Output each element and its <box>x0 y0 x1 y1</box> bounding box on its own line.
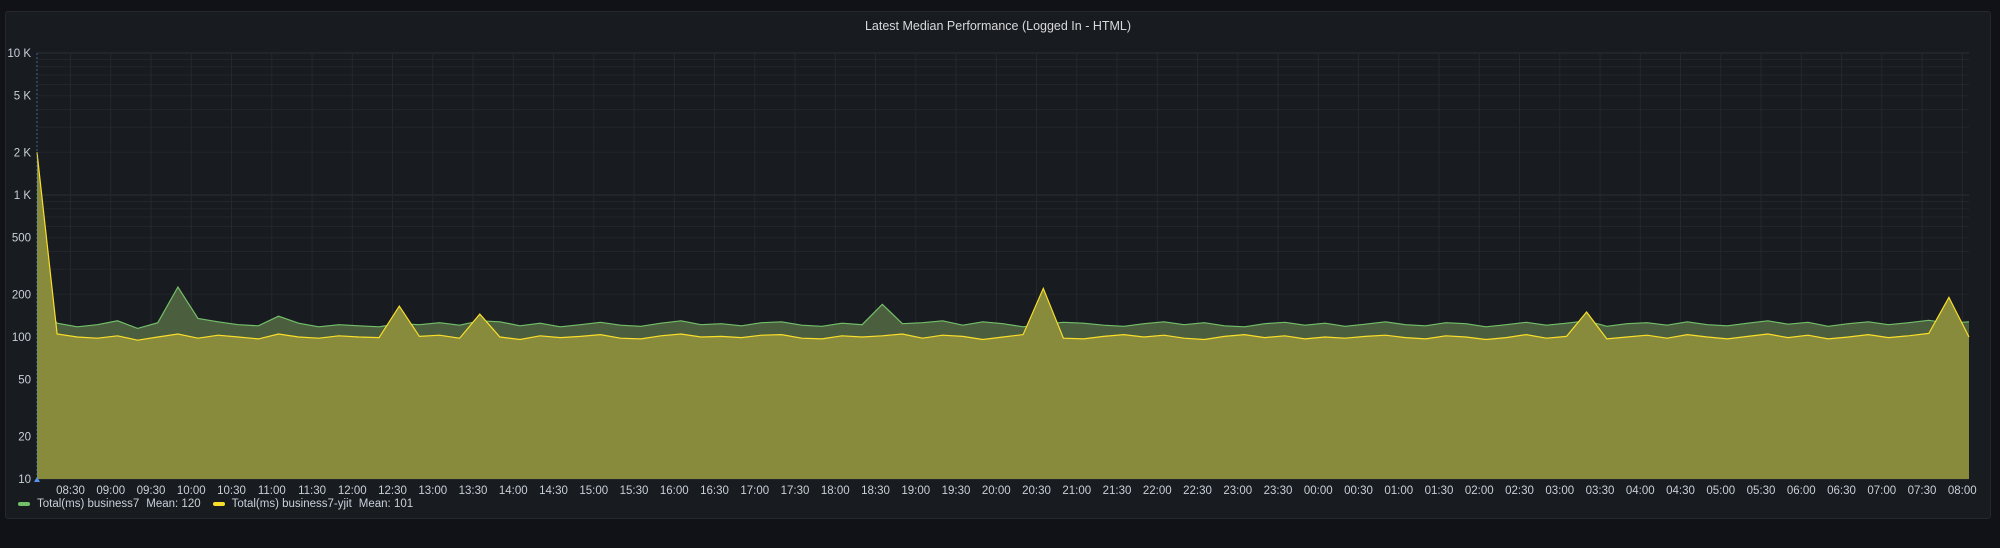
x-tick-label: 18:30 <box>861 485 890 497</box>
x-tick-label: 19:00 <box>901 485 930 497</box>
x-tick-label: 14:00 <box>499 485 528 497</box>
x-tick-label: 16:30 <box>700 485 729 497</box>
x-tick-label: 05:30 <box>1747 485 1776 497</box>
legend-label: Total(ms) business7 <box>37 498 140 510</box>
x-tick-label: 01:00 <box>1384 485 1413 497</box>
x-tick-label: 11:30 <box>298 485 326 497</box>
x-tick-label: 01:30 <box>1425 485 1454 497</box>
x-tick-label: 15:30 <box>620 485 649 497</box>
legend-swatch-yellow <box>212 502 225 506</box>
x-tick-label: 06:00 <box>1787 485 1816 497</box>
x-tick-label: 22:30 <box>1183 485 1212 497</box>
y-tick-label: 1 K <box>14 190 32 202</box>
x-tick-label: 10:30 <box>217 485 246 497</box>
x-tick-label: 00:00 <box>1304 485 1333 497</box>
x-tick-label: 20:30 <box>1022 485 1051 497</box>
x-tick-label: 18:00 <box>821 485 850 497</box>
x-tick-label: 03:00 <box>1545 485 1574 497</box>
x-tick-label: 02:00 <box>1465 485 1494 497</box>
x-tick-label: 09:00 <box>96 485 125 497</box>
x-tick-label: 17:00 <box>740 485 769 497</box>
y-tick-label: 50 <box>18 375 31 387</box>
legend-item-business7-yjit[interactable]: Total(ms) business7-yjit Mean: 101 <box>212 498 414 510</box>
series-line-0 <box>36 285 1970 330</box>
y-tick-label: 10 K <box>7 48 31 60</box>
x-tick-label: 14:30 <box>539 485 568 497</box>
x-tick-label: 04:00 <box>1626 485 1655 497</box>
x-tick-label: 13:00 <box>418 485 447 497</box>
x-tick-label: 23:00 <box>1223 485 1252 497</box>
y-tick-label: 500 <box>12 233 31 245</box>
y-tick-label: 20 <box>18 431 31 443</box>
x-tick-label: 15:00 <box>579 485 608 497</box>
x-tick-label: 03:30 <box>1586 485 1615 497</box>
legend-label: Total(ms) business7-yjit <box>231 498 352 510</box>
x-tick-label: 09:30 <box>137 485 166 497</box>
x-tick-label: 12:30 <box>378 485 407 497</box>
x-tick-label: 02:30 <box>1505 485 1534 497</box>
x-tick-label: 21:30 <box>1103 485 1132 497</box>
x-tick-label: 10:00 <box>177 485 206 497</box>
x-tick-label: 04:30 <box>1666 485 1695 497</box>
legend-mean: Mean: 101 <box>358 498 414 510</box>
x-tick-label: 12:00 <box>338 485 367 497</box>
x-tick-label: 00:30 <box>1344 485 1373 497</box>
x-tick-label: 19:30 <box>942 485 971 497</box>
y-tick-label: 2 K <box>14 147 32 159</box>
x-tick-label: 22:00 <box>1143 485 1172 497</box>
legend-swatch-green <box>18 502 30 506</box>
y-tick-label: 100 <box>12 332 31 344</box>
x-tick-label: 06:30 <box>1827 485 1856 497</box>
time-series-chart[interactable]: 08:30 09:00 09:30 10:00 10:30 11:00 11:30 12:00… <box>0 0 2000 548</box>
series-line-1 <box>36 152 1970 341</box>
x-tick-label: 11:00 <box>258 485 286 497</box>
x-tick-label: 17:30 <box>781 485 810 497</box>
x-tick-label: 23:30 <box>1264 485 1293 497</box>
legend: Total(ms) business7 Mean: 120 Total(ms) … <box>18 498 419 510</box>
x-tick-label: 08:30 <box>56 485 85 497</box>
x-tick-label: 13:30 <box>459 485 488 497</box>
x-tick-label: 05:00 <box>1706 485 1735 497</box>
legend-mean: Mean: 120 <box>146 498 201 510</box>
y-tick-label: 5 K <box>14 91 32 103</box>
x-tick-label: 08:00 <box>1948 485 1977 497</box>
x-tick-label: 07:30 <box>1908 485 1937 497</box>
x-tick-label: 20:00 <box>982 485 1011 497</box>
y-tick-label: 10 <box>18 474 31 486</box>
x-tick-label: 07:00 <box>1867 485 1896 497</box>
legend-item-business7[interactable]: Total(ms) business7 Mean: 120 <box>18 498 201 510</box>
x-tick-label: 21:00 <box>1062 485 1091 497</box>
x-tick-label: 16:00 <box>660 485 689 497</box>
y-tick-label: 200 <box>12 289 31 301</box>
